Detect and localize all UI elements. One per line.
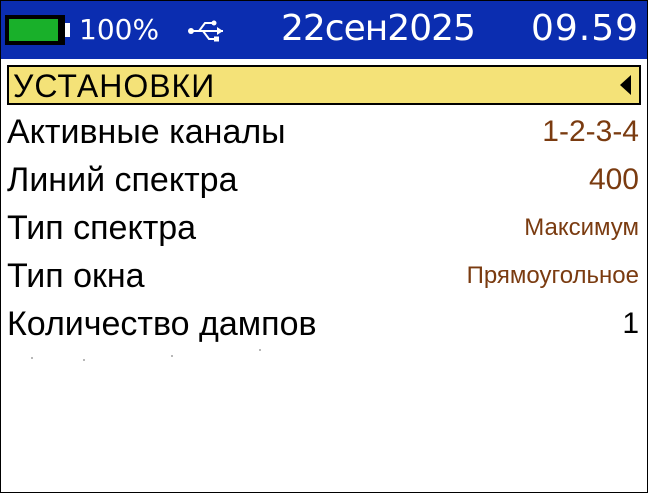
setting-value[interactable]: 1-2-3-4 [542,109,639,155]
setting-row-dump-count[interactable]: Количество дампов 1 [7,301,641,347]
page-title: УСТАНОВКИ [13,68,216,104]
setting-label: Количество дампов [7,305,317,343]
battery-percent: 100% [79,13,160,46]
device-screen: 100% 22сен2025 09.59 УСТАНОВКИ Активные … [0,0,648,493]
setting-label: Тип окна [7,257,145,295]
status-bar: 100% 22сен2025 09.59 [1,1,647,59]
setting-value[interactable]: Максимум [524,205,639,251]
setting-label: Активные каналы [7,113,286,151]
date-display: 22сен2025 [281,8,476,49]
time-display: 09.59 [530,8,639,49]
triangle-left-icon[interactable] [620,75,631,95]
screen-noise [31,347,291,367]
setting-row-active-channels[interactable]: Активные каналы 1-2-3-4 [7,109,641,155]
setting-row-spectrum-type[interactable]: Тип спектра Максимум [7,205,641,251]
setting-row-window-type[interactable]: Тип окна Прямоугольное [7,253,641,299]
usb-icon [188,20,223,42]
battery-icon [5,15,65,45]
setting-label: Тип спектра [7,209,197,247]
setting-row-spectrum-lines[interactable]: Линий спектра 400 [7,157,641,203]
battery-level-fill [9,19,58,41]
battery-tip [65,23,70,37]
setting-value[interactable]: Прямоугольное [467,253,639,299]
settings-header[interactable]: УСТАНОВКИ [7,65,641,105]
setting-value[interactable]: 400 [589,157,639,203]
setting-label: Линий спектра [7,161,238,199]
setting-value[interactable]: 1 [622,301,639,347]
